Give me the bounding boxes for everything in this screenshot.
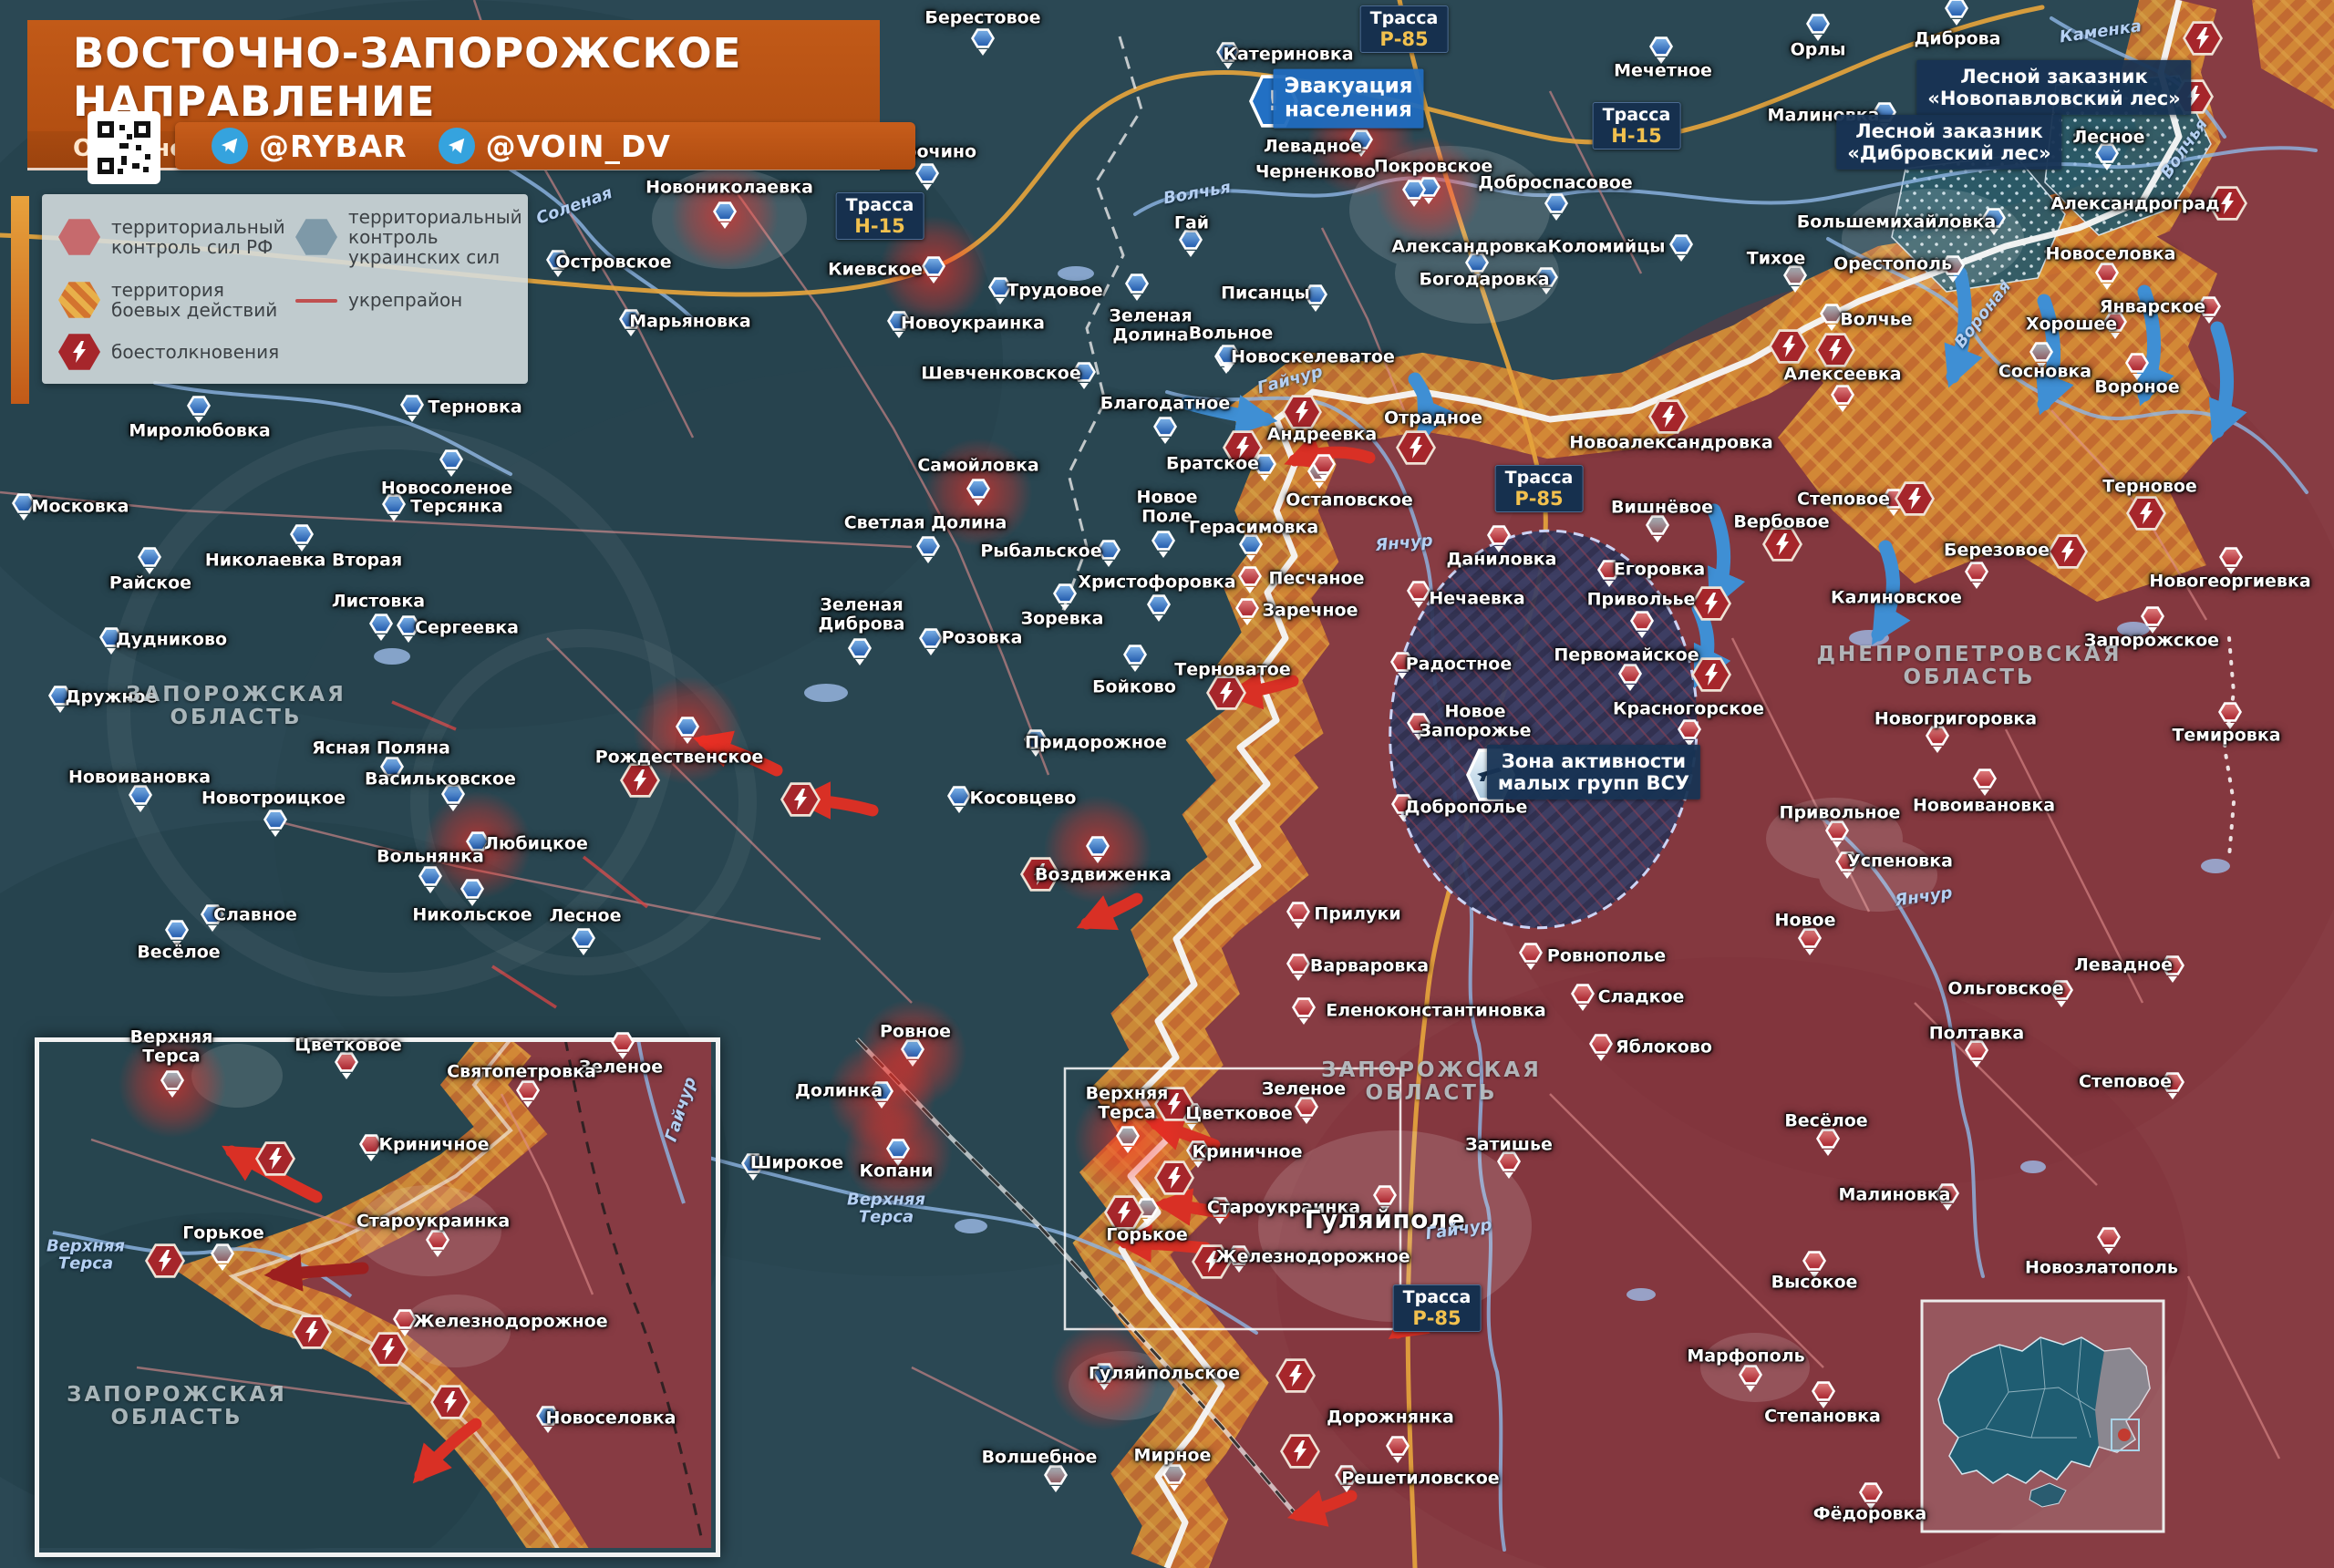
legend-label: территория боевых действий <box>111 280 277 320</box>
legend-accent-strip <box>11 196 29 404</box>
battle-legend-icon <box>58 333 100 371</box>
war-map: ВОСТОЧНО-ЗАПОРОЖСКОЕ НАПРАВЛЕНИЕ Обстано… <box>0 0 2334 1568</box>
legend-label: укрепрайон <box>348 290 462 310</box>
ru-control-icon <box>58 218 100 256</box>
telegram-icon <box>439 128 475 164</box>
ukraine-minimap <box>1922 1301 2164 1532</box>
combat-control-icon <box>58 281 100 319</box>
channel-bar: @RYBAR @VOIN_DV <box>175 122 915 170</box>
legend-item-battle: боестолкновения <box>58 333 295 371</box>
channel-handle: @RYBAR <box>259 129 408 164</box>
legend-item-line: укрепрайон <box>295 280 505 320</box>
qr-pattern <box>96 119 152 176</box>
telegram-icon <box>212 128 248 164</box>
legend-item-combat: территория боевых действий <box>58 280 295 320</box>
qr-code <box>88 111 160 184</box>
channel-rybar[interactable]: @RYBAR <box>212 128 408 164</box>
channel-voin-dv[interactable]: @VOIN_DV <box>439 128 671 164</box>
channel-handle: @VOIN_DV <box>486 129 671 164</box>
legend-label: территориальный контроль украинских сил <box>348 207 522 267</box>
legend-label: боестолкновения <box>111 342 279 362</box>
legend-item-ua: территориальный контроль украинских сил <box>295 207 505 267</box>
fortified-line-icon <box>295 299 337 303</box>
ua-control-icon <box>295 218 337 256</box>
legend-label: территориальный контроль сил РФ <box>111 217 285 257</box>
legend-item-ru: территориальный контроль сил РФ <box>58 207 295 267</box>
map-legend: территориальный контроль сил РФтерритори… <box>42 194 528 384</box>
